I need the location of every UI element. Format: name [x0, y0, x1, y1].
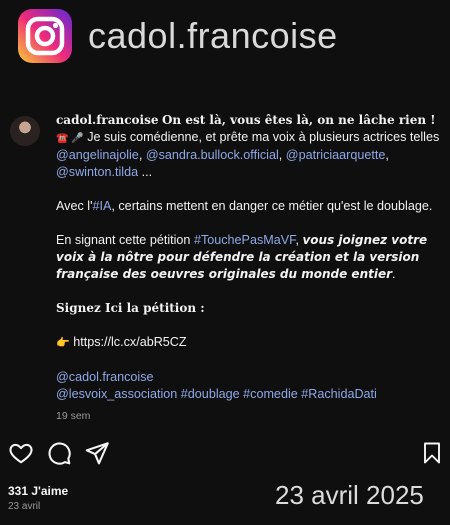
- hashtag-ia[interactable]: #IA: [92, 199, 111, 213]
- likes-count[interactable]: 331 J'aime: [8, 484, 68, 498]
- mention-patriciaarquette[interactable]: @patriciaarquette: [286, 148, 386, 162]
- mention-angelinajolie[interactable]: @angelinajolie: [56, 148, 139, 162]
- send-icon[interactable]: [84, 440, 110, 471]
- para3-end: .: [392, 267, 396, 281]
- header: cadol.francoise: [18, 9, 338, 63]
- hashtag-comedie[interactable]: #comedie: [243, 387, 298, 401]
- caption-intro: ☎️ 🎤 Je suis comédienne, et prête ma voi…: [56, 130, 440, 179]
- tag-lesvoix-association[interactable]: @lesvoix_association: [56, 387, 177, 401]
- hashtag-touchepasmavf[interactable]: #TouchePasMaVF: [194, 233, 296, 247]
- para3-before: En signant cette pétition: [56, 233, 191, 247]
- phone-mic-emoji: ☎️ 🎤: [56, 133, 84, 144]
- comment-icon[interactable]: [46, 440, 72, 471]
- heart-icon[interactable]: [8, 440, 34, 471]
- avatar[interactable]: [10, 116, 40, 146]
- author-name[interactable]: cadol.francoise: [56, 113, 158, 127]
- hashtag-doublage[interactable]: #doublage: [181, 387, 240, 401]
- header-username[interactable]: cadol.francoise: [88, 15, 338, 57]
- action-bar: [8, 440, 444, 470]
- pointing-hand-emoji: 👉: [56, 337, 70, 349]
- caption: cadol.francoise On est là, vous êtes là,…: [56, 112, 446, 425]
- ellipsis: ...: [141, 165, 153, 179]
- headline: On est là, vous êtes là, on ne lâche rie…: [161, 113, 436, 127]
- sign-label: Signez Ici la pétition :: [56, 301, 205, 315]
- mention-swinton-tilda[interactable]: @swinton.tilda: [56, 165, 138, 179]
- post-date: 23 avril: [8, 501, 41, 512]
- caption-link-line: 👉 https://lc.cx/abR5CZ: [56, 334, 446, 352]
- post-time: 19 sem: [56, 410, 91, 422]
- intro-text: Je suis comédienne, et prête ma voix à p…: [87, 130, 440, 144]
- bookmark-icon[interactable]: [420, 440, 444, 471]
- caption-para-petition: En signant cette pétition #TouchePasMaVF…: [56, 233, 428, 281]
- tag-author[interactable]: @cadol.francoise: [56, 369, 446, 386]
- hashtag-rachidadati[interactable]: #RachidaDati: [301, 387, 377, 401]
- para2-after: , certains mettent en danger ce métier q…: [111, 199, 433, 213]
- caption-para-ia: Avec l'#IA, certains mettent en danger c…: [56, 198, 446, 215]
- petition-link[interactable]: https://lc.cx/abR5CZ: [73, 335, 186, 349]
- para2-before: Avec l': [56, 199, 93, 213]
- instagram-icon: [18, 9, 72, 63]
- date-overlay: 23 avril 2025: [275, 480, 424, 510]
- caption-headline-line: cadol.francoise On est là, vous êtes là,…: [56, 112, 446, 129]
- caption-tags-line: @lesvoix_association #doublage #comedie …: [56, 386, 446, 403]
- mention-sandra-bullock[interactable]: @sandra.bullock.official: [146, 148, 279, 162]
